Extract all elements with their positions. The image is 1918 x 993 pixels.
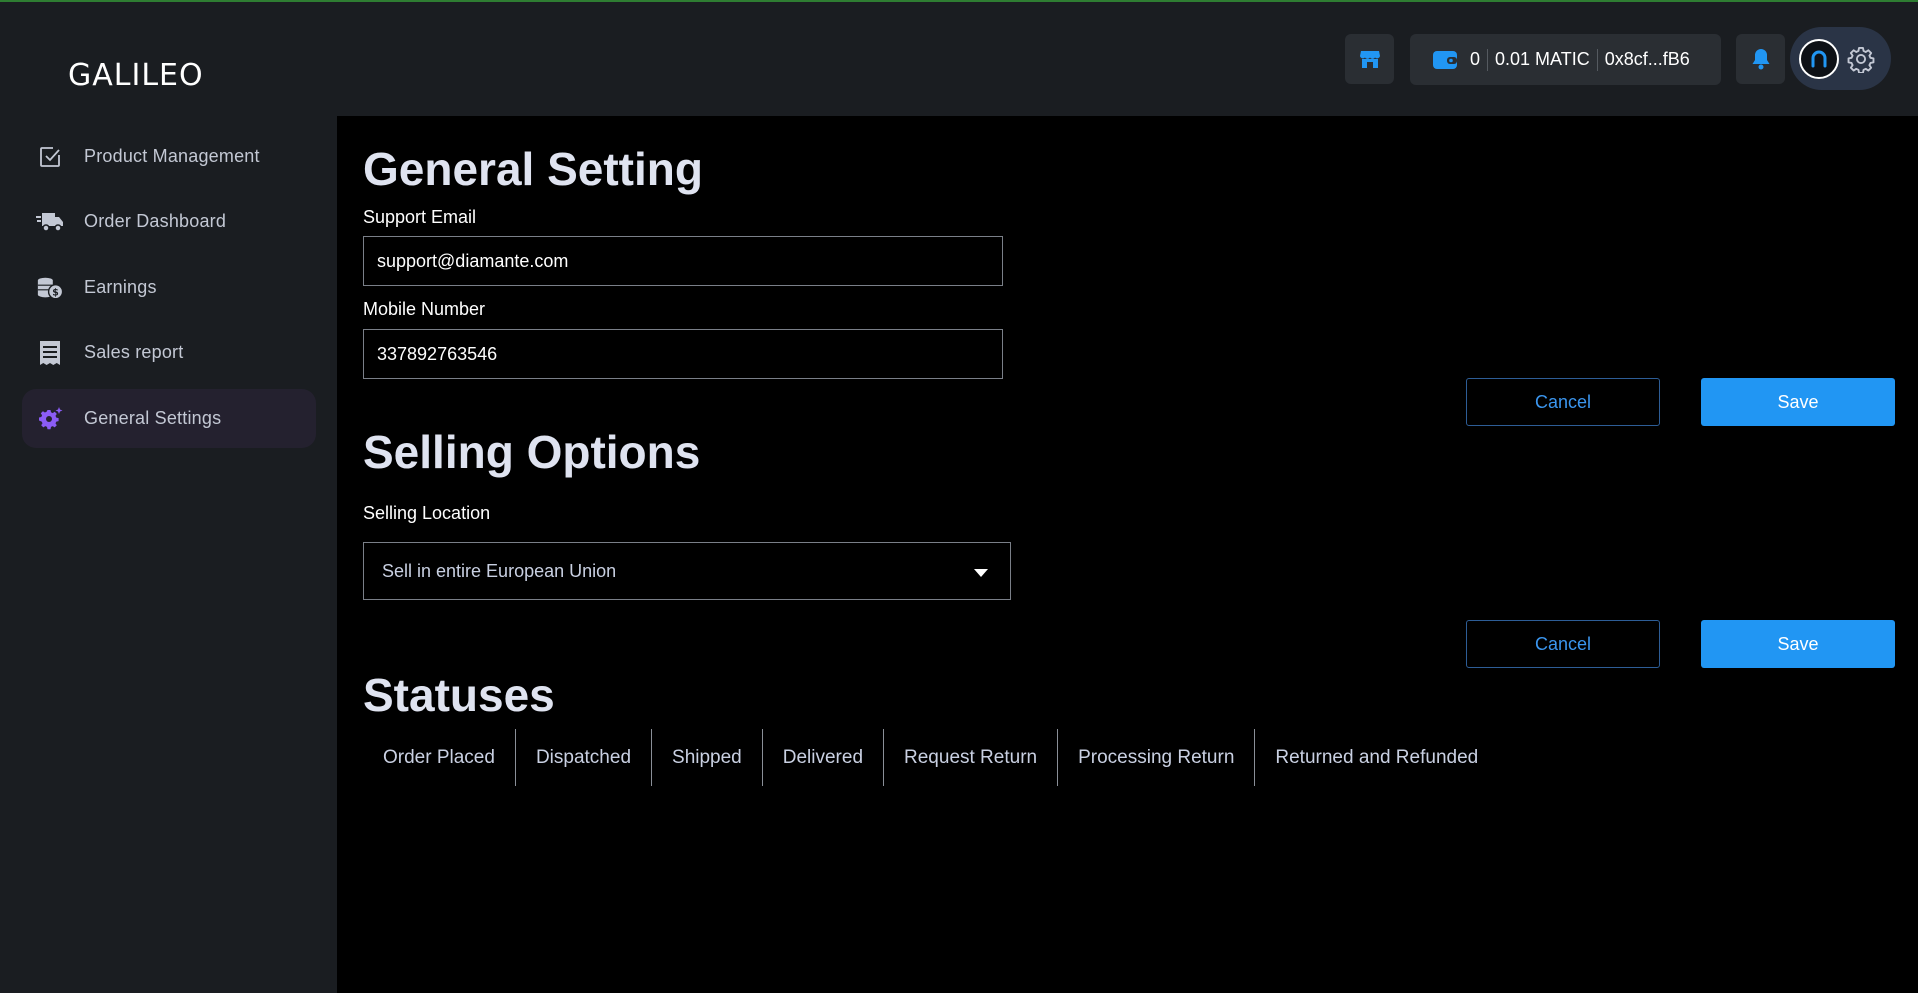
status-request-return[interactable]: Request Return <box>884 729 1059 786</box>
support-email-field[interactable]: support@diamante.com <box>363 236 1003 286</box>
sidebar-item-label: Earnings <box>84 277 157 297</box>
top-accent-line <box>0 0 1918 2</box>
coins-icon: $ <box>36 274 64 302</box>
selling-save-button[interactable]: Save <box>1701 620 1895 668</box>
statuses-list: Order Placed Dispatched Shipped Delivere… <box>363 729 1498 786</box>
svg-text:$: $ <box>52 287 59 298</box>
app-logo[interactable]: GALILEO <box>68 58 204 93</box>
divider <box>1487 48 1489 71</box>
status-delivered[interactable]: Delivered <box>763 729 885 786</box>
gear-icon <box>36 405 64 433</box>
wallet-balance: 0 <box>1470 49 1481 69</box>
selling-options-title: Selling Options <box>363 426 701 478</box>
selling-cancel-button[interactable]: Cancel <box>1466 620 1660 668</box>
sidebar-item-earnings[interactable]: $ Earnings <box>22 258 316 317</box>
general-setting-title: General Setting <box>363 143 703 195</box>
status-processing-return[interactable]: Processing Return <box>1058 729 1256 786</box>
status-dispatched[interactable]: Dispatched <box>516 729 653 786</box>
wallet-icon <box>1432 49 1458 71</box>
general-save-button[interactable]: Save <box>1701 378 1895 426</box>
selling-location-label: Selling Location <box>363 503 491 523</box>
sidebar-item-general-settings[interactable]: General Settings <box>22 389 316 448</box>
status-shipped[interactable]: Shipped <box>652 729 763 786</box>
gear-icon[interactable] <box>1847 45 1875 73</box>
profile-menu[interactable] <box>1790 27 1891 90</box>
truck-icon <box>36 208 64 236</box>
sidebar-item-order-dashboard[interactable]: Order Dashboard <box>22 192 316 251</box>
status-returned-refunded[interactable]: Returned and Refunded <box>1255 729 1498 786</box>
sidebar-item-sales-report[interactable]: Sales report <box>22 323 316 382</box>
mobile-number-label: Mobile Number <box>363 299 486 319</box>
sidebar-item-label: Sales report <box>84 342 184 362</box>
sidebar-item-label: Order Dashboard <box>84 211 227 231</box>
support-email-label: Support Email <box>363 207 477 227</box>
general-cancel-button[interactable]: Cancel <box>1466 378 1660 426</box>
wallet-pill[interactable]: 0 0.01 MATIC 0x8cf...fB6 <box>1410 34 1721 85</box>
sidebar-item-product-management[interactable]: Product Management <box>22 127 316 186</box>
selling-location-select[interactable]: Sell in entire European Union <box>363 542 1011 600</box>
status-order-placed[interactable]: Order Placed <box>363 729 516 786</box>
chevron-down-icon <box>974 569 988 577</box>
notifications-button[interactable] <box>1736 34 1785 84</box>
store-button[interactable] <box>1345 34 1394 84</box>
sidebar-item-label: Product Management <box>84 146 260 166</box>
matic-balance: 0.01 MATIC <box>1495 49 1590 69</box>
checkbox-icon <box>36 143 64 171</box>
wallet-address: 0x8cf...fB6 <box>1604 49 1690 69</box>
avatar[interactable] <box>1799 39 1839 79</box>
user-icon <box>1811 50 1827 68</box>
sidebar-item-label: General Settings <box>84 408 222 428</box>
receipt-icon <box>36 339 64 367</box>
mobile-number-field[interactable]: 337892763546 <box>363 329 1003 379</box>
selling-location-value: Sell in entire European Union <box>382 560 617 581</box>
statuses-title: Statuses <box>363 669 555 721</box>
store-icon <box>1359 51 1380 68</box>
divider <box>1596 48 1598 71</box>
bell-icon <box>1752 49 1769 70</box>
